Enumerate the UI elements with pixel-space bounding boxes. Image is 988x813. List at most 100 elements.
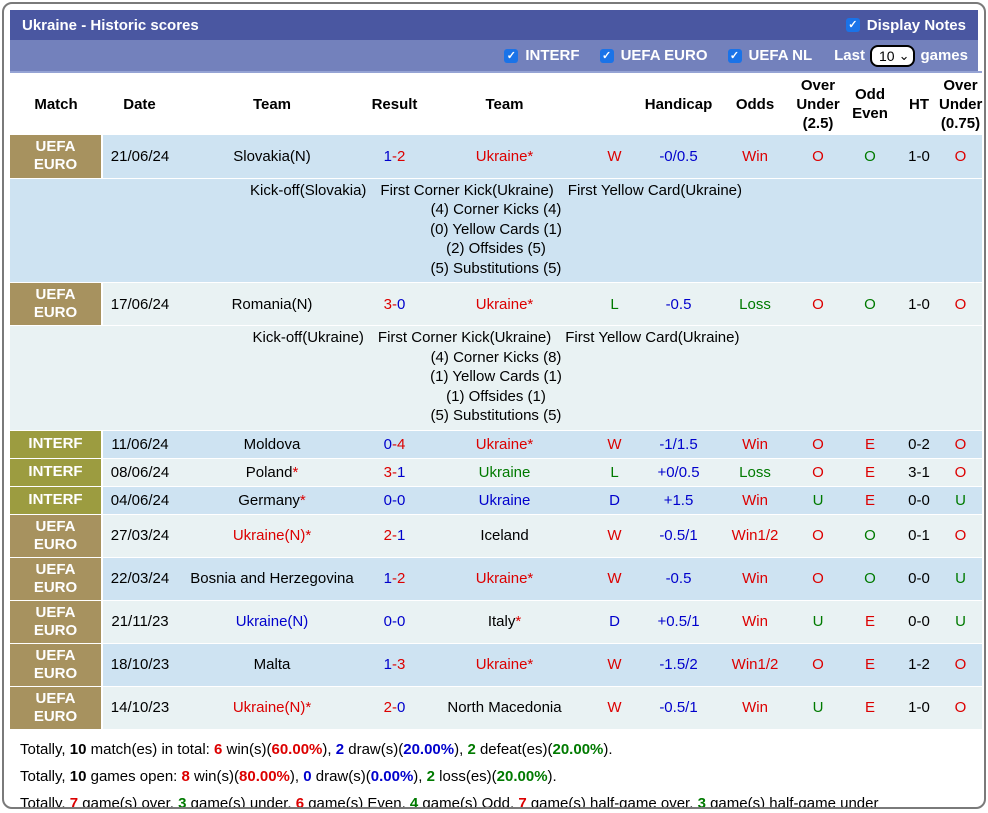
summary-text-part: 60.00% [272,741,323,758]
result-cell: 3-0 [367,283,422,326]
column-header-odd-even: OddEven [841,72,899,135]
summary-text-part: Totally, [20,741,70,758]
wld-cell: L [587,283,642,326]
text-part: 1 [397,464,405,481]
away-team-cell: Italy* [422,600,587,643]
summary-text-part: 20.00% [497,768,548,785]
column-header-date: Date [102,72,177,135]
column-header-5 [587,72,642,135]
column-header-team: Team [177,72,367,135]
summary-text-part: Totally, [20,768,70,785]
ht-cell: 1-2 [899,643,939,686]
summary-text-part: 20.00% [403,741,454,758]
summary-text-part: 7 [70,795,78,810]
summary-text-part: ). [548,768,557,785]
odds-cell: Win [715,135,795,178]
summary-text-part: 0.00% [371,768,414,785]
summary-text-part: 20.00% [553,741,604,758]
over-under-2-5-cell: O [795,135,841,178]
over-under-0-75-cell: U [939,486,982,514]
filter-label: INTERF [525,47,579,64]
odd-even-cell: E [841,643,899,686]
over-under-0-75-cell: O [939,458,982,486]
checkbox-checked-icon: ✓ [846,18,860,32]
match-row: UEFAEURO21/06/24Slovakia(N)1-2Ukraine*W-… [10,135,982,178]
text-part: 4 [397,436,405,453]
text-part: 0 [384,436,392,453]
text-part: Ukraine [479,464,531,481]
text-part: Ukraine* [476,656,534,673]
ht-cell: 1-0 [899,283,939,326]
text-part: 0 [397,492,405,509]
over-under-2-5-cell: O [795,430,841,458]
column-header-odds: Odds [715,72,795,135]
display-notes-checkbox[interactable]: ✓ Display Notes [846,17,966,34]
summary-text-part: 4 [410,795,418,810]
wld-cell: W [587,430,642,458]
column-header-over-under-0-75: OverUnder(0.75) [939,72,982,135]
odds-cell: Loss [715,458,795,486]
match-row: UEFAEURO18/10/23Malta1-3Ukraine*W-1.5/2W… [10,643,982,686]
wld-cell: W [587,557,642,600]
filter-checkbox-uefa-euro[interactable]: ✓UEFA EURO [600,47,708,64]
league-badge-uefa-euro: UEFAEURO [10,515,101,557]
text-part: * [292,464,298,481]
result-cell: 2-0 [367,686,422,729]
text-part: Ukraine [479,492,531,509]
summary-text-part: games open: [86,768,181,785]
summary-text-part: 2 [336,741,344,758]
result-cell: 1-3 [367,643,422,686]
summary-text-part: 2 [467,741,475,758]
over-under-0-75-cell: O [939,643,982,686]
over-under-0-75-cell: O [939,135,982,178]
summary-text-part: ), [322,741,335,758]
date-cell: 04/06/24 [102,486,177,514]
over-under-2-5-cell: O [795,458,841,486]
over-under-2-5-cell: O [795,514,841,557]
text-part: 0 [384,613,392,630]
notes-stat-line: (1) Offsides (1) [10,387,982,407]
summary-text-part: 80.00% [239,768,290,785]
summary-text-part: win(s)( [222,741,271,758]
filter-checkbox-uefa-nl[interactable]: ✓UEFA NL [728,47,813,64]
summary-text-part: match(es) in total: [86,741,214,758]
text-part: 0 [397,699,405,716]
text-part: 0 [384,492,392,509]
date-cell: 11/06/24 [102,430,177,458]
handicap-cell: -0.5/1 [642,686,715,729]
league-badge-uefa-euro: UEFAEURO [10,135,101,178]
text-part: 2 [397,148,405,165]
last-games-value: 10 [879,48,895,64]
notes-segment: Kick-off(Ukraine) [252,329,363,346]
result-cell: 0-0 [367,600,422,643]
notes-segment: First Yellow Card(Ukraine) [565,329,739,346]
text-part: Bosnia and Herzegovina [190,570,353,587]
text-part: 3 [397,656,405,673]
filter-checkbox-interf[interactable]: ✓INTERF [504,47,579,64]
handicap-cell: -0/0.5 [642,135,715,178]
last-games-select[interactable]: 10 ⌄ [870,45,915,67]
home-team-cell: Germany* [177,486,367,514]
text-part: Romania(N) [232,296,313,313]
result-cell: 0-4 [367,430,422,458]
column-header-over-under-2-5: OverUnder(2.5) [795,72,841,135]
summary-text-part: game(s) Odd, [418,795,518,810]
league-badge-uefa-euro: UEFAEURO [10,687,101,729]
odd-even-cell: O [841,135,899,178]
notes-stat-line: (4) Corner Kicks (8) [10,348,982,368]
match-notes-row: Kick-off(Ukraine)First Corner Kick(Ukrai… [10,326,982,431]
summary-line-1: Totally, 10 match(es) in total: 6 win(s)… [20,736,978,763]
league-badge-uefa-euro: UEFAEURO [10,644,101,686]
text-part: Ukraine* [476,148,534,165]
league-cell: UEFAEURO [10,600,102,643]
chevron-down-icon: ⌄ [899,51,910,61]
text-part: 2 [397,570,405,587]
handicap-cell: -0.5/1 [642,514,715,557]
match-row: UEFAEURO22/03/24Bosnia and Herzegovina1-… [10,557,982,600]
odd-even-cell: O [841,557,899,600]
ht-cell: 1-0 [899,686,939,729]
league-badge-interf: INTERF [10,459,101,486]
date-cell: 21/11/23 [102,600,177,643]
summary-text-part: game(s) under, [186,795,295,810]
handicap-cell: -1/1.5 [642,430,715,458]
